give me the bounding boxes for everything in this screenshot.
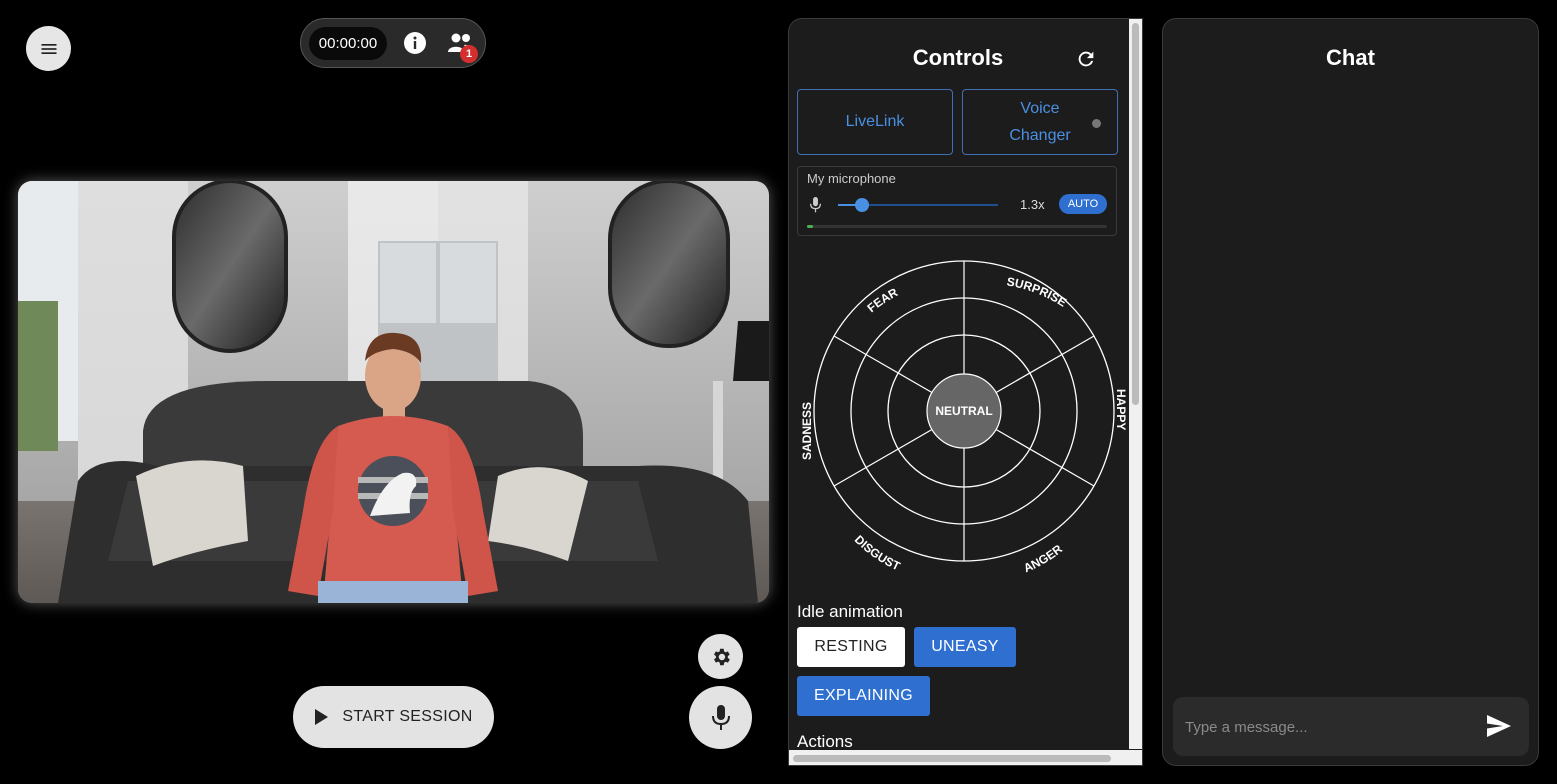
emotion-label-fear: FEAR	[864, 285, 900, 315]
auto-gain-button[interactable]: AUTO	[1059, 194, 1107, 214]
chat-title: Chat	[1326, 45, 1375, 70]
microphone-control: My microphone 1.3x AUTO	[797, 166, 1117, 236]
refresh-icon[interactable]	[1075, 48, 1097, 70]
idle-animation-title: Idle animation	[797, 602, 903, 621]
idle-explaining-button[interactable]: EXPLAINING	[797, 676, 930, 716]
controls-panel: Controls LiveLink Voice Changer My micro…	[788, 18, 1143, 766]
emotion-wheel[interactable]: NEUTRAL FEAR SURPRISE HAPPY ANGER DISGUS…	[799, 255, 1129, 587]
microphone-level-meter	[807, 225, 1107, 228]
avatar-video	[18, 181, 769, 603]
microphone-icon	[711, 704, 730, 730]
vertical-scroll-thumb[interactable]	[1132, 23, 1139, 405]
horizontal-scroll-thumb[interactable]	[793, 755, 1111, 762]
session-timer: 00:00:00	[309, 27, 387, 60]
microphone-button[interactable]	[689, 686, 752, 749]
svg-text:DISGUST: DISGUST	[852, 532, 903, 573]
microphone-level-fill	[807, 225, 813, 228]
info-icon[interactable]	[403, 31, 427, 55]
settings-button[interactable]	[698, 634, 743, 679]
livelink-button[interactable]: LiveLink	[797, 89, 953, 155]
send-icon[interactable]	[1486, 714, 1512, 738]
idle-uneasy-button[interactable]: UNEASY	[914, 627, 1016, 667]
microphone-gain-value: 1.3x	[1020, 197, 1045, 212]
menu-icon	[41, 43, 56, 54]
gain-slider-thumb[interactable]	[855, 198, 869, 212]
play-icon	[315, 709, 329, 725]
participant-count-badge: 1	[460, 45, 478, 63]
microphone-gain-slider[interactable]	[838, 198, 998, 212]
livelink-label: LiveLink	[845, 113, 905, 130]
chat-panel: Chat	[1162, 18, 1539, 766]
controls-vertical-scrollbar[interactable]	[1129, 19, 1142, 749]
actions-title: Actions	[797, 732, 853, 751]
emotion-label-sadness: SADNESS	[800, 402, 814, 460]
chat-input-container	[1173, 697, 1529, 756]
svg-text:FEAR: FEAR	[864, 285, 900, 315]
emotion-label-disgust: DISGUST	[852, 532, 903, 573]
microphone-icon	[810, 197, 821, 213]
microphone-label: My microphone	[807, 171, 896, 186]
start-session-button[interactable]: START SESSION	[293, 686, 494, 748]
voice-changer-status-dot	[1092, 119, 1101, 128]
chat-message-input[interactable]	[1183, 707, 1477, 747]
emotion-label-neutral: NEUTRAL	[935, 404, 992, 418]
idle-resting-button[interactable]: RESTING	[797, 627, 905, 667]
controls-horizontal-scrollbar[interactable]	[789, 750, 1142, 765]
voice-changer-label-line2: Changer	[1009, 127, 1071, 144]
menu-button[interactable]	[26, 26, 71, 71]
emotion-label-happy: HAPPY	[1114, 389, 1128, 430]
avatar-scene	[18, 181, 769, 603]
voice-changer-button[interactable]: Voice Changer	[962, 89, 1118, 155]
start-session-label: START SESSION	[342, 708, 473, 725]
session-status-bar: 00:00:00 1	[300, 18, 486, 68]
gear-icon	[713, 648, 730, 665]
voice-changer-label-line1: Voice	[1020, 100, 1060, 117]
voice-changer-label: Voice Changer	[1009, 95, 1070, 149]
